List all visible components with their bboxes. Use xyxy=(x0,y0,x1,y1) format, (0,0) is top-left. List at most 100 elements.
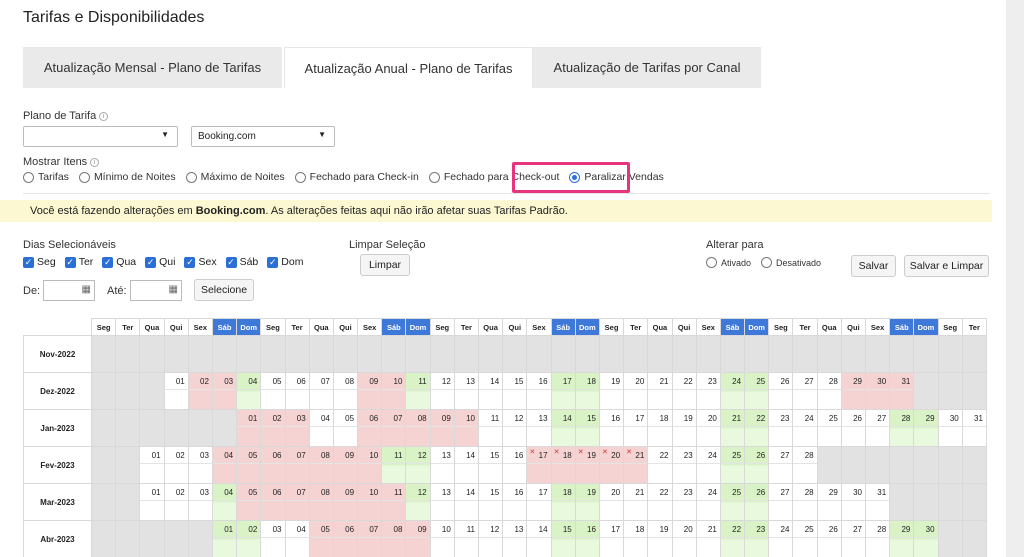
day-cell[interactable]: 02 xyxy=(187,372,213,410)
day-cell[interactable]: 20 xyxy=(623,372,649,410)
day-cell[interactable]: 19 xyxy=(574,483,600,521)
day-cell[interactable]: 30 xyxy=(840,483,867,521)
day-cell[interactable]: 07 xyxy=(357,520,383,557)
day-cell[interactable]: 29 xyxy=(840,372,867,410)
calendar-icon[interactable]: ▦ xyxy=(82,284,91,295)
checkbox-seg[interactable]: ✓ Seg xyxy=(23,256,56,268)
day-cell[interactable]: 13 xyxy=(502,520,528,557)
clear-button[interactable]: Limpar xyxy=(360,254,410,276)
day-cell[interactable]: 13 xyxy=(429,446,455,484)
day-cell[interactable]: 08 xyxy=(308,483,334,521)
day-cell[interactable]: 16 xyxy=(526,372,552,410)
day-cell[interactable]: 07 xyxy=(284,483,310,521)
day-cell[interactable]: 05 xyxy=(260,372,286,410)
radio-circle[interactable] xyxy=(294,171,306,183)
day-cell[interactable]: 07 xyxy=(308,372,334,410)
from-date-input[interactable]: ▦ xyxy=(43,280,95,301)
day-cell[interactable]: 11 xyxy=(381,483,407,521)
day-cell[interactable]: 10 xyxy=(429,520,455,557)
day-cell[interactable]: 28 xyxy=(792,446,818,484)
day-cell[interactable]: 25 xyxy=(744,372,770,410)
day-cell[interactable]: 18 xyxy=(623,520,649,557)
day-cell[interactable]: 22 xyxy=(744,409,770,447)
day-cell[interactable]: 13 xyxy=(453,372,480,410)
day-cell[interactable]: 02 xyxy=(260,409,286,447)
day-cell[interactable]: 08 xyxy=(308,446,334,484)
day-cell[interactable]: 09 xyxy=(332,446,359,484)
day-cell[interactable]: 16 xyxy=(502,483,528,521)
radio-min-nights[interactable]: Mínimo de Noites xyxy=(78,171,176,183)
radio-circle[interactable] xyxy=(761,257,773,268)
check-icon[interactable]: ✓ xyxy=(145,256,157,268)
day-cell[interactable]: 04 xyxy=(308,409,334,447)
to-date-input[interactable]: ▦ xyxy=(130,280,182,301)
day-cell[interactable]: 18 xyxy=(647,409,673,447)
day-cell[interactable]: 06 xyxy=(284,372,310,410)
day-cell[interactable]: 04 xyxy=(284,520,310,557)
day-cell[interactable]: 12 xyxy=(405,446,431,484)
day-cell[interactable]: 14 xyxy=(453,483,480,521)
day-cell[interactable]: 04 xyxy=(236,372,262,410)
day-cell[interactable]: 21 xyxy=(719,409,746,447)
day-cell[interactable]: 10 xyxy=(381,372,407,410)
day-cell[interactable]: 10 xyxy=(357,483,383,521)
day-cell[interactable]: 30 xyxy=(937,409,963,447)
day-cell[interactable]: 27 xyxy=(792,372,818,410)
day-cell[interactable]: 03 xyxy=(187,483,213,521)
day-cell[interactable]: 06 xyxy=(332,520,359,557)
day-cell[interactable]: 02 xyxy=(236,520,262,557)
day-cell[interactable]: 22 xyxy=(671,372,697,410)
day-cell[interactable]: 22 xyxy=(647,483,673,521)
day-cell[interactable]: 15 xyxy=(550,520,576,557)
save-clear-button[interactable]: Salvar e Limpar xyxy=(904,255,989,277)
day-cell[interactable]: 19 xyxy=(647,520,673,557)
day-cell[interactable]: 09 xyxy=(332,483,359,521)
day-cell[interactable]: 19 ✕ xyxy=(574,446,600,484)
day-cell[interactable]: 03 xyxy=(187,446,213,484)
day-cell[interactable]: 20 xyxy=(695,409,721,447)
save-button[interactable]: Salvar xyxy=(851,255,896,277)
day-cell[interactable]: 06 xyxy=(260,483,286,521)
day-cell[interactable]: 29 xyxy=(889,520,915,557)
day-cell[interactable]: 07 xyxy=(381,409,407,447)
day-cell[interactable]: 12 xyxy=(405,483,431,521)
day-cell[interactable]: 10 xyxy=(357,446,383,484)
check-icon[interactable]: ✓ xyxy=(23,256,34,268)
radio-circle[interactable] xyxy=(428,171,440,183)
day-cell[interactable]: 19 xyxy=(598,372,625,410)
day-cell[interactable]: 15 xyxy=(574,409,600,447)
day-cell[interactable]: 11 xyxy=(381,446,407,484)
day-cell[interactable]: 01 xyxy=(139,483,165,521)
day-cell[interactable]: 06 xyxy=(260,446,286,484)
day-cell[interactable]: 24 xyxy=(695,483,721,521)
day-cell[interactable]: 31 xyxy=(961,409,987,447)
day-cell[interactable]: 31 xyxy=(889,372,915,410)
day-cell[interactable]: 10 xyxy=(453,409,480,447)
day-cell[interactable]: 08 xyxy=(381,520,407,557)
day-cell[interactable]: 12 xyxy=(429,372,455,410)
day-cell[interactable]: 15 xyxy=(477,446,504,484)
day-cell[interactable]: 28 xyxy=(889,409,915,447)
day-cell[interactable]: 17 xyxy=(598,520,625,557)
day-cell[interactable]: 20 xyxy=(671,520,697,557)
checkbox-qua[interactable]: ✓ Qua xyxy=(102,256,136,268)
radio-disabled[interactable]: Desativado xyxy=(761,257,821,268)
day-cell[interactable]: 23 xyxy=(671,446,697,484)
day-cell[interactable]: 30 xyxy=(864,372,891,410)
day-cell[interactable]: 21 ✕ xyxy=(623,446,649,484)
day-cell[interactable]: 25 xyxy=(719,446,746,484)
day-cell[interactable]: 20 ✕ xyxy=(598,446,625,484)
checkbox-dom[interactable]: ✓ Dom xyxy=(267,256,303,268)
day-cell[interactable]: 29 xyxy=(913,409,939,447)
day-cell[interactable]: 24 xyxy=(768,520,794,557)
day-cell[interactable]: 12 xyxy=(502,409,528,447)
day-cell[interactable]: 04 xyxy=(211,446,238,484)
day-cell[interactable]: 09 xyxy=(405,520,431,557)
radio-tarifas[interactable]: Tarifas xyxy=(23,171,69,183)
radio-closed-checkin[interactable]: Fechado para Check-in xyxy=(294,171,419,183)
day-cell[interactable]: 28 xyxy=(864,520,891,557)
day-cell[interactable]: 25 xyxy=(816,409,842,447)
day-cell[interactable]: 17 xyxy=(526,483,552,521)
day-cell[interactable]: 09 xyxy=(357,372,383,410)
tab-annual[interactable]: Atualização Anual - Plano de Tarifas xyxy=(284,47,533,88)
